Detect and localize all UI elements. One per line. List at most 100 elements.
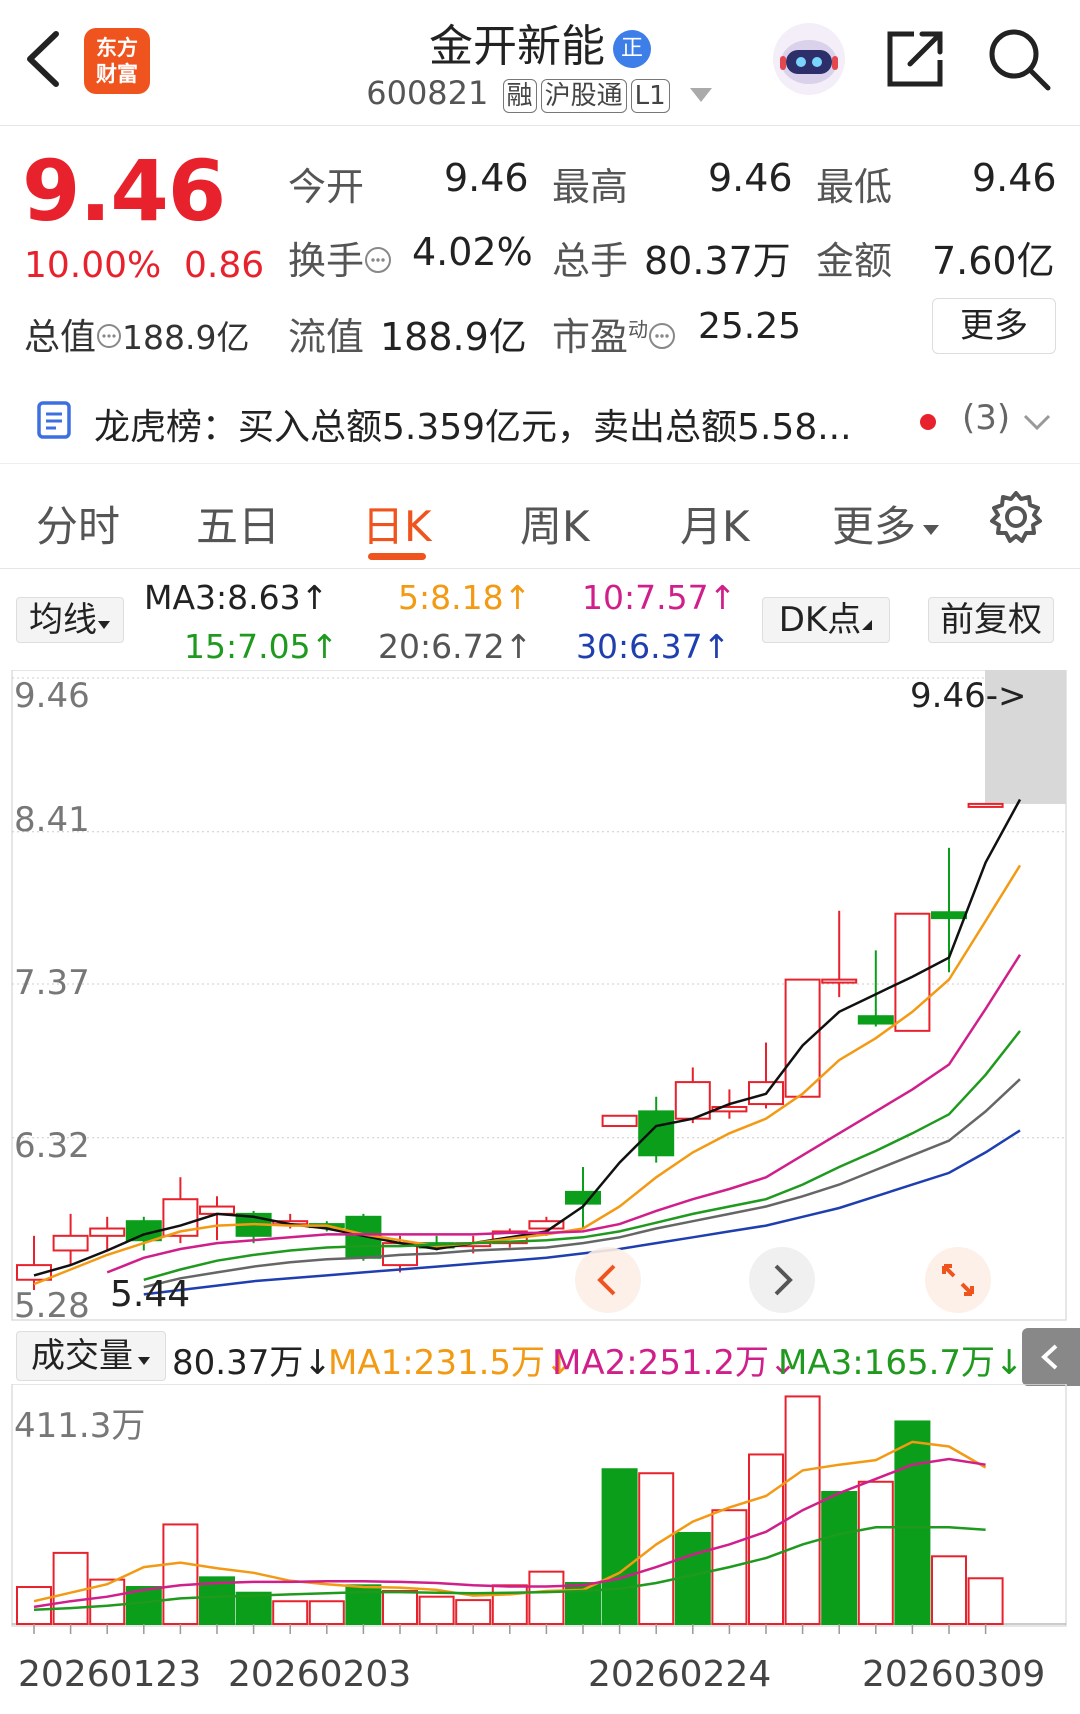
stock-code: 600821 <box>366 74 489 112</box>
pe-value: 25.25 <box>698 306 802 347</box>
info-icon[interactable] <box>364 246 392 274</box>
volume-bar <box>638 1472 675 1626</box>
volume-bar <box>857 1480 894 1625</box>
volume-current: 80.37万↓ <box>172 1343 332 1383</box>
turnover-value: 4.02% <box>412 230 533 274</box>
market-cap-label: 总值 <box>24 317 97 358</box>
stock-name-text: 金开新能 <box>429 21 605 72</box>
caret-down-icon <box>138 1357 150 1365</box>
unread-dot-icon <box>920 414 936 430</box>
tab-monthly-k[interactable]: 月K <box>680 493 750 554</box>
y-tick-label: 9.46 <box>14 676 90 716</box>
float-cap-value: 188.9亿 <box>380 315 527 359</box>
indicator-selector[interactable]: 成交量 <box>16 1331 166 1381</box>
y-tick-label: 8.41 <box>14 800 90 840</box>
volume-bar <box>382 1590 418 1625</box>
min-price-marker: 5.44 <box>110 1274 191 1315</box>
longhubang-row[interactable]: 龙虎榜：买入总额5.359亿元，卖出总额5.58... (3) <box>0 378 1080 464</box>
ma20-value: 20:6.72↑ <box>378 627 533 666</box>
change-amount: 0.86 <box>184 245 265 286</box>
longhubang-text: 龙虎榜：买入总额5.359亿元，卖出总额5.58... <box>94 407 852 448</box>
settings-gear-icon[interactable] <box>988 489 1044 545</box>
volume-bar <box>821 1491 858 1625</box>
candle-body <box>601 1114 638 1128</box>
volume-bar <box>308 1600 345 1625</box>
vol-ma2: MA2:251.2万↓ <box>552 1343 798 1383</box>
scroll-right-button[interactable] <box>748 1246 816 1314</box>
volume-label: 总手 <box>552 239 629 283</box>
ma-selector-label: 均线 <box>29 600 97 640</box>
volume-bar <box>967 1577 1004 1625</box>
float-cap-label: 流值 <box>288 315 365 359</box>
tab-daily-k[interactable]: 日K <box>362 493 432 554</box>
candle-body <box>857 1015 894 1025</box>
price-adjust-button[interactable]: 前复权 <box>928 597 1054 643</box>
ma10-value: 10:7.57↑ <box>582 578 737 617</box>
current-price: 9.46 <box>22 142 226 240</box>
document-icon <box>37 401 71 439</box>
x-date-label: 20260123 <box>18 1654 202 1695</box>
volume-bar <box>601 1468 638 1625</box>
volume-bar <box>528 1570 565 1626</box>
change-percent: 10.00% <box>24 245 162 286</box>
info-icon[interactable] <box>96 323 122 349</box>
side-panel-toggle[interactable] <box>1022 1328 1080 1386</box>
volume-bar <box>52 1551 89 1626</box>
chevron-down-icon[interactable] <box>1022 412 1052 432</box>
open-label: 今开 <box>288 165 365 209</box>
zheng-badge-icon: 正 <box>613 30 651 68</box>
period-tabs: 分时 五日 日K 周K 月K 更多 <box>0 465 1080 569</box>
candle-body <box>638 1110 675 1157</box>
fullscreen-button[interactable] <box>924 1246 992 1314</box>
y-tick-label: 5.28 <box>14 1286 90 1326</box>
tab-weekly-k[interactable]: 周K <box>520 493 590 554</box>
dropdown-caret-icon[interactable] <box>688 86 714 104</box>
robot-assistant-icon[interactable] <box>770 20 848 98</box>
volume-bar <box>748 1453 784 1625</box>
volume-value: 80.37万 <box>644 239 791 283</box>
active-tab-underline <box>368 553 426 560</box>
x-date-label: 20260224 <box>588 1654 772 1695</box>
longhubang-count: (3) <box>962 398 1011 438</box>
corner-caret-icon <box>862 620 873 630</box>
vol-ma1: MA1:231.5万↓ <box>328 1343 574 1383</box>
top-nav-bar: 东方 财富 金开新能正 600821 融沪股通 L1 <box>0 0 1080 126</box>
dk-point-button[interactable]: DK点 <box>762 597 890 643</box>
candle-body <box>931 911 967 920</box>
ma15-value: 15:7.05↑ <box>184 627 339 666</box>
volume-bar <box>931 1555 967 1625</box>
y-tick-label: 6.32 <box>14 1126 90 1166</box>
ma30-value: 30:6.37↑ <box>576 627 731 666</box>
last-price-marker: 9.46-> <box>910 676 1027 716</box>
market-cap-value: 188.9亿 <box>122 318 250 357</box>
indicator-selector-label: 成交量 <box>31 1336 133 1376</box>
ma5-value: 5:8.18↑ <box>398 578 532 617</box>
ma-selector[interactable]: 均线 <box>16 597 124 643</box>
share-icon[interactable] <box>884 28 946 90</box>
volume-bar <box>491 1584 528 1625</box>
low-value: 9.46 <box>972 156 1057 200</box>
candle-body <box>52 1234 89 1252</box>
volume-chart[interactable] <box>0 1384 1080 1646</box>
level1-tag: L1 <box>630 79 670 113</box>
info-icon[interactable] <box>648 322 676 350</box>
tab-more[interactable]: 更多 <box>832 493 940 554</box>
pe-label-text: 市盈 <box>552 315 629 359</box>
search-icon[interactable] <box>986 26 1052 92</box>
pe-label: 市盈动 <box>552 306 676 361</box>
scroll-left-button[interactable] <box>574 1246 642 1314</box>
tab-intraday[interactable]: 分时 <box>36 493 120 554</box>
candle-body <box>89 1227 126 1237</box>
volume-y-tick: 411.3万 <box>14 1406 146 1446</box>
tab-five-day[interactable]: 五日 <box>196 493 280 554</box>
dk-point-label: DK点 <box>778 600 862 640</box>
more-quote-button[interactable]: 更多 <box>932 298 1056 354</box>
margin-tag: 融 <box>502 79 537 113</box>
chevron-left-icon <box>1041 1344 1058 1370</box>
turnover-label-text: 换手 <box>288 239 365 283</box>
volume-bar <box>162 1523 199 1625</box>
volume-bar <box>272 1600 309 1625</box>
volume-bar <box>455 1599 492 1625</box>
ma3-value: MA3:8.63↑ <box>144 578 329 617</box>
kline-chart[interactable] <box>0 670 1080 1325</box>
